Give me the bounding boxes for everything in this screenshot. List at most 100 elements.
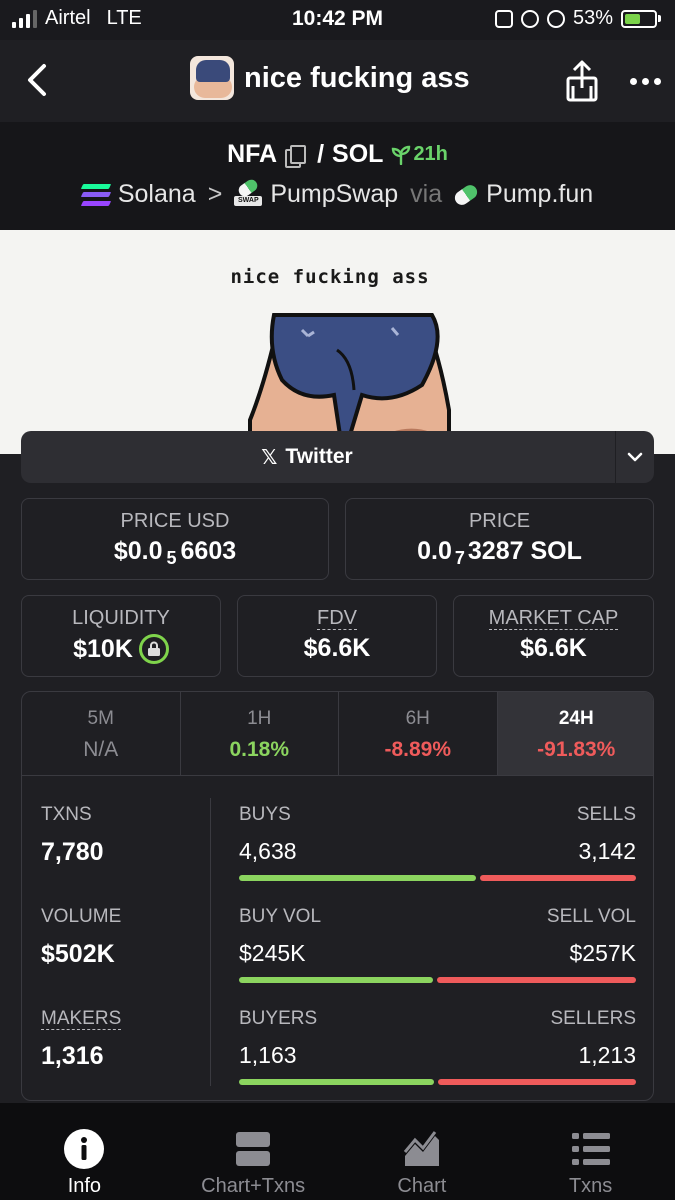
price-native-zeros: 7 (454, 548, 465, 568)
sell-vol-value: $257K (569, 940, 636, 966)
tab-5m[interactable]: 5M N/A (22, 692, 181, 775)
price-native-value: 0.0 7 3287 SOL (346, 537, 653, 568)
twitter-button[interactable]: 𝕏 Twitter (21, 431, 593, 483)
tab-value: N/A (83, 738, 119, 761)
price-usd-digits: 6603 (180, 537, 237, 565)
buys-value: 4,638 (239, 838, 297, 864)
launchpad-name[interactable]: Pump.fun (486, 180, 593, 209)
back-button[interactable] (20, 58, 56, 102)
volume-stat: VOLUME $502K (41, 906, 121, 969)
txns-label: TXNS (41, 804, 92, 825)
tab-value: -8.89% (384, 738, 452, 761)
buy-vol-bar-fill (239, 977, 433, 983)
buyers-sellers-stat: BUYERS SELLERS 1,163 1,213 (239, 1008, 636, 1085)
market-cap-label-text: MARKET CAP (488, 607, 619, 630)
txns-icon (571, 1133, 610, 1165)
battery-icon (621, 9, 661, 28)
price-native-digits: 3287 SOL (467, 537, 582, 565)
chain-name[interactable]: Solana (118, 180, 196, 209)
solana-icon (80, 183, 112, 206)
fdv-label[interactable]: FDV (238, 607, 436, 630)
sells-value: 3,142 (578, 838, 636, 864)
tab-value: 0.18% (229, 738, 290, 761)
sellers-label: SELLERS (550, 1008, 636, 1029)
price-native-label: PRICE (468, 510, 531, 532)
stats-card: 5M N/A 1H 0.18% 6H -8.89% 24H -91.83% TX… (21, 691, 654, 1101)
timeframe-tabs: 5M N/A 1H 0.18% 6H -8.89% 24H -91.83% (22, 692, 653, 776)
nav-label: Txns (568, 1175, 613, 1197)
base-symbol: NFA (227, 140, 278, 168)
pair-age: 21h (391, 143, 448, 166)
sell-vol-label: SELL VOL (546, 906, 636, 927)
liquidity-box: LIQUIDITY $10K (21, 595, 221, 677)
price-usd-value: $0.0 5 6603 (22, 537, 328, 568)
tab-24h[interactable]: 24H -91.83% (497, 692, 653, 775)
token-banner: nice fucking ass (0, 230, 675, 454)
txns-value: 7,780 (41, 838, 104, 866)
socials-dropdown-button[interactable] (616, 431, 654, 483)
fdv-label-text: FDV (317, 607, 357, 630)
liquidity-value-row: $10K (22, 634, 220, 664)
share-button[interactable] (562, 56, 602, 104)
socials-row: 𝕏 Twitter (21, 431, 654, 483)
pair-separator: / (317, 140, 325, 168)
liquidity-label: LIQUIDITY (72, 607, 170, 629)
copy-icon[interactable] (285, 144, 307, 168)
makers-value: 1,316 (41, 1042, 104, 1070)
header: nice fucking ass (0, 40, 675, 122)
buys-bar-fill (239, 875, 476, 881)
market-cap-value: $6.6K (520, 634, 587, 662)
nav-label: Info (67, 1175, 102, 1197)
buy-vol-label: BUY VOL (239, 906, 322, 927)
battery-percent: 53% (572, 7, 613, 29)
quote-symbol: SOL (332, 140, 384, 168)
tab-label: 5M (87, 708, 114, 729)
rotation-lock-icon (520, 9, 539, 28)
buyers-bar-fill (239, 1079, 434, 1085)
makers-stat: MAKERS 1,316 (41, 1008, 122, 1071)
more-options-button[interactable] (630, 66, 664, 96)
tab-1h[interactable]: 1H 0.18% (181, 692, 339, 775)
status-bar: Airtel LTE 10:42 PM 53% (0, 0, 675, 40)
volume-value: $502K (41, 940, 115, 968)
fdv-value: $6.6K (303, 634, 371, 662)
buy-sell-vol-stat: BUY VOL SELL VOL $245K $257K (239, 906, 636, 983)
buy-sell-vol-bar (239, 977, 636, 983)
sells-bar-fill (479, 875, 636, 881)
tab-label: 24H (558, 708, 594, 729)
tab-label: 6H (405, 708, 430, 729)
nav-info[interactable]: Info (0, 1103, 169, 1200)
makers-label[interactable]: MAKERS (41, 1008, 122, 1030)
x-logo-icon: 𝕏 (261, 446, 278, 469)
fdv-box: FDV $6.6K (237, 595, 437, 677)
liquidity-value: $10K (73, 634, 133, 663)
volume-label: VOLUME (41, 906, 122, 927)
status-right: 53% (494, 7, 661, 30)
nav-chart-txns[interactable]: Chart+Txns (169, 1103, 338, 1200)
dex-name[interactable]: PumpSwap (270, 180, 398, 209)
nav-txns[interactable]: Txns (506, 1103, 675, 1200)
makers-label-text: MAKERS (41, 1008, 122, 1030)
battery-fill (625, 13, 640, 24)
price-native-prefix: 0.0 (417, 537, 452, 565)
buy-vol-value: $245K (239, 940, 306, 966)
sellers-bar-fill (437, 1079, 636, 1085)
buys-label: BUYS (239, 804, 291, 825)
price-usd-zeros: 5 (166, 548, 177, 568)
sells-label: SELLS (576, 804, 636, 825)
chart-icon (403, 1131, 439, 1166)
tab-6h[interactable]: 6H -8.89% (339, 692, 498, 775)
tab-label: 1H (247, 708, 272, 729)
sell-vol-bar-fill (436, 977, 636, 983)
stats-divider (210, 798, 211, 1086)
market-cap-label[interactable]: MARKET CAP (454, 607, 653, 630)
info-icon (64, 1129, 105, 1169)
sprout-icon (392, 145, 411, 165)
pair-line: NFA / SOL 21h (0, 140, 675, 169)
lock-icon[interactable] (138, 634, 169, 664)
nav-label: Chart (397, 1175, 447, 1197)
buys-sells-bar (239, 875, 636, 881)
market-cap-box: MARKET CAP $6.6K (453, 595, 654, 677)
token-avatar (190, 56, 234, 100)
nav-chart[interactable]: Chart (338, 1103, 507, 1200)
